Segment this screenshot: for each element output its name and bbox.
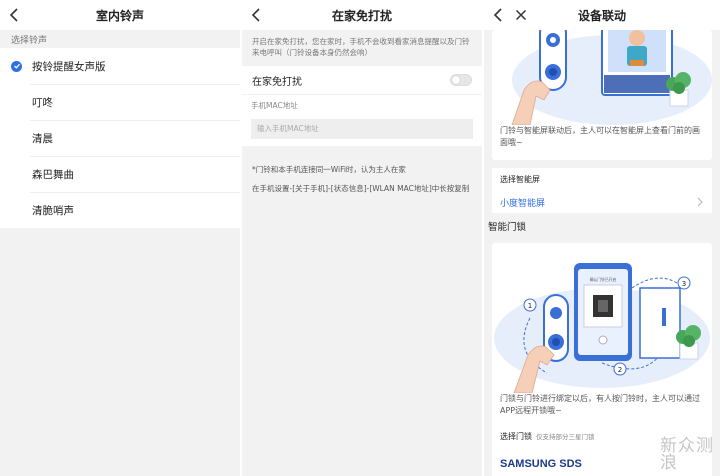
device-linkage-screen: 设备联动 门铃与智能屏联动后，主人可以在智能屏上查看门前的画面哦~ 选择智能屏 … (484, 0, 720, 476)
ringtone-option[interactable]: 叮咚 (0, 84, 240, 120)
page-title: 在家免打扰 (331, 8, 392, 23)
select-screen-label: 选择智能屏 (492, 168, 712, 191)
ringtone-label: 清晨 (32, 132, 53, 145)
hint-wifi: *门铃和本手机连接同一WiFi时，认为主人在家 (252, 165, 406, 174)
step-number-2: 2 (618, 366, 622, 374)
doorlock-illustration: 1 2 3 确认门铃已开启 (492, 243, 712, 393)
watermark: 新众测 浪 (660, 438, 714, 472)
dnd-toggle-row: 在家免打扰 (242, 66, 482, 94)
back-arrow-icon[interactable] (250, 7, 264, 23)
ringtone-option[interactable]: 森巴舞曲 (0, 156, 240, 192)
hint-mac-path: 在手机设置-[关于手机]-[状态信息]-[WLAN MAC地址]中长按复制 (252, 184, 470, 193)
description-text: 开启在家免打扰，您在家时，手机不会收到看家消息提醒以及门铃来电呼叫（门铃设备本身… (252, 37, 470, 57)
ringtone-option[interactable]: 按铃提醒女声版 (0, 48, 240, 84)
ringtone-label: 森巴舞曲 (32, 168, 74, 181)
watermark-char-3: 众测 (678, 436, 714, 456)
nav-bar: 设备联动 (484, 0, 720, 30)
ringtone-screen: 室内铃声 选择铃声 按铃提醒女声版 叮咚 清晨 森巴舞曲 清脆哨声 (0, 0, 240, 476)
ringtone-label: 清脆哨声 (32, 204, 74, 217)
mac-label: 手机MAC地址 (251, 101, 298, 110)
ringtone-option[interactable]: 清脆哨声 (0, 192, 240, 228)
step-number-1: 1 (528, 302, 532, 310)
ringtone-label: 叮咚 (32, 96, 53, 109)
smart-screen-value: 小度智能屏 (500, 198, 546, 209)
doorbell-screen-illustration (492, 30, 712, 125)
phone-screen-text: 确认门铃已开启 (590, 277, 617, 282)
watermark-char-2: 浪 (660, 453, 678, 473)
nav-bar: 室内铃声 (0, 0, 240, 30)
ringtone-label: 按铃提醒女声版 (32, 60, 106, 73)
smart-screen-description: 门铃与智能屏联动后，主人可以在智能屏上查看门前的画面哦~ (500, 126, 700, 147)
mac-address-input[interactable]: 输入手机MAC地址 (251, 119, 473, 139)
close-icon[interactable] (514, 7, 528, 23)
select-screen-text: 选择智能屏 (500, 175, 540, 184)
page-title: 室内铃声 (95, 8, 144, 23)
mac-address-section: 手机MAC地址 输入手机MAC地址 (242, 94, 482, 146)
dnd-toggle-switch[interactable] (450, 74, 472, 86)
ringtone-option[interactable]: 清晨 (0, 120, 240, 156)
checkmark-icon (11, 60, 22, 72)
step-number-3: 3 (682, 280, 686, 288)
smart-screen-selector[interactable]: 小度智能屏 (492, 191, 712, 213)
samsung-sds-logo: SAMSUNG SDS (500, 458, 582, 470)
smart-screen-card: 门铃与智能屏联动后，主人可以在智能屏上查看门前的画面哦~ (492, 30, 712, 160)
page-title: 设备联动 (577, 8, 626, 23)
do-not-disturb-screen: 在家免打扰 开启在家免打扰，您在家时，手机不会收到看家消息提醒以及门铃来电呼叫（… (242, 0, 482, 476)
back-arrow-icon[interactable] (492, 7, 506, 23)
smart-lock-description: 门锁与门铃进行绑定以后，有人按门铃时，主人可以通过APP远程开锁哦~ (500, 394, 700, 415)
select-lock-sub: 仅支持部分三星门锁 (536, 433, 595, 441)
ringtone-list: 按铃提醒女声版 叮咚 清晨 森巴舞曲 清脆哨声 (0, 48, 240, 228)
chevron-right-icon (696, 197, 704, 207)
back-arrow-icon[interactable] (8, 7, 22, 23)
toggle-label: 在家免打扰 (252, 76, 302, 88)
smart-lock-section-title: 智能门锁 (488, 222, 527, 233)
nav-bar: 在家免打扰 (242, 0, 482, 30)
section-label: 选择铃声 (11, 36, 48, 46)
select-lock-label: 选择门锁 (500, 432, 532, 441)
